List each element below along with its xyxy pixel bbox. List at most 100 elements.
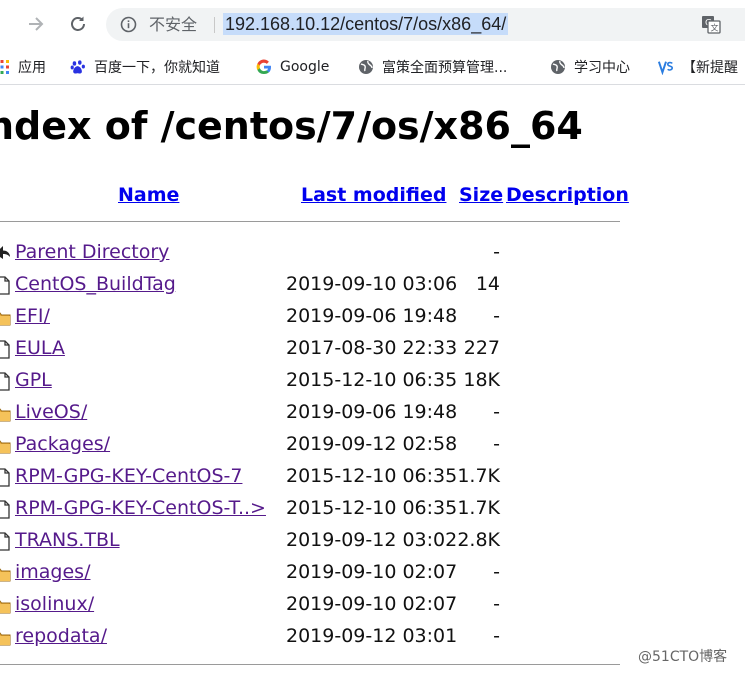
file-icon — [0, 468, 11, 487]
size-cell: - — [493, 433, 500, 455]
folder-icon — [0, 596, 11, 615]
google-g-icon — [256, 59, 272, 75]
table-row: Parent Directory - — [0, 237, 620, 269]
size-cell: - — [493, 305, 500, 327]
table-row: TRANS.TBL 2019-09-12 03:02 2.8K — [0, 525, 620, 557]
vs-logo-icon — [658, 59, 674, 75]
reload-button[interactable] — [64, 10, 92, 38]
size-cell: 2.8K — [457, 529, 500, 551]
sort-by-last-modified-link[interactable]: Last modified — [301, 182, 446, 208]
forward-button[interactable] — [22, 10, 50, 38]
omnibox-separator — [214, 17, 215, 33]
last-modified-cell: 2019-09-12 03:01 — [286, 625, 458, 647]
bookmark-label: 百度一下，你就知道 — [94, 60, 220, 76]
security-status-label[interactable]: 不安全 — [149, 15, 197, 34]
bookmark-baidu[interactable]: 百度一下，你就知道 — [70, 57, 220, 77]
file-icon — [0, 532, 11, 551]
folder-icon — [0, 628, 11, 647]
file-link[interactable]: GPL — [15, 367, 52, 393]
folder-icon — [0, 436, 11, 455]
file-link[interactable]: EFI/ — [15, 303, 50, 329]
back-arrow-icon — [0, 244, 11, 263]
table-row: GPL 2015-12-10 06:35 18K — [0, 365, 620, 397]
folder-icon — [0, 404, 11, 423]
bookmark-label: Google — [280, 59, 330, 75]
table-row: EULA 2017-08-30 22:33 227 — [0, 333, 620, 365]
info-icon[interactable] — [120, 16, 137, 33]
file-link[interactable]: Parent Directory — [15, 239, 169, 265]
last-modified-cell: 2019-09-10 02:07 — [286, 593, 458, 615]
file-link[interactable]: RPM-GPG-KEY-CentOS-T..> — [15, 495, 266, 521]
file-link[interactable]: LiveOS/ — [15, 399, 87, 425]
file-icon — [0, 372, 11, 391]
bookmark-google[interactable]: Google — [256, 57, 329, 77]
sort-by-size-link[interactable]: Size — [459, 182, 503, 208]
size-cell: - — [493, 561, 500, 583]
bookmark-label: 应用 — [18, 60, 46, 76]
folder-icon — [0, 564, 11, 583]
size-cell: - — [493, 241, 500, 263]
bookmark-learning-center[interactable]: 学习中心 — [550, 57, 630, 77]
table-row: isolinux/2019-09-10 02:07 - — [0, 589, 620, 621]
table-row: CentOS_BuildTag 2019-09-10 03:06 14 — [0, 269, 620, 301]
size-cell: - — [493, 593, 500, 615]
last-modified-cell: 2019-09-12 02:58 — [286, 433, 458, 455]
file-link[interactable]: RPM-GPG-KEY-CentOS-7 — [15, 463, 242, 489]
bookmark-apps[interactable]: 应用 — [0, 57, 46, 77]
size-cell: 1.7K — [457, 465, 500, 487]
bookmark-new-reminder[interactable]: 【新提醒 — [658, 57, 738, 77]
size-cell: 227 — [463, 337, 500, 359]
size-cell: 18K — [463, 369, 500, 391]
file-link[interactable]: Packages/ — [15, 431, 110, 457]
last-modified-cell: 2019-09-12 03:02 — [286, 529, 458, 551]
apps-grid-icon — [0, 59, 10, 75]
last-modified-cell: 2019-09-06 19:48 — [286, 305, 458, 327]
last-modified-cell: 2017-08-30 22:33 — [286, 337, 458, 359]
table-row: EFI/2019-09-06 19:48 - — [0, 301, 620, 333]
arrow-right-icon — [29, 17, 44, 31]
table-row: RPM-GPG-KEY-CentOS-7 2015-12-10 06:35 1.7K — [0, 461, 620, 493]
sort-by-description-link[interactable]: Description — [506, 182, 629, 208]
file-link[interactable]: CentOS_BuildTag — [15, 271, 176, 297]
bookmark-label: 富策全面预算管理... — [382, 60, 508, 76]
size-cell: 14 — [475, 273, 500, 295]
last-modified-cell: 2019-09-10 03:06 — [286, 273, 458, 295]
file-link[interactable]: images/ — [15, 559, 90, 585]
bookmark-fuce[interactable]: 富策全面预算管理... — [358, 57, 507, 77]
file-icon — [0, 500, 11, 519]
table-row: RPM-GPG-KEY-CentOS-T..> 2015-12-10 06:35 1… — [0, 493, 620, 525]
last-modified-cell: 2015-12-10 06:35 — [286, 465, 458, 487]
sort-by-name-link[interactable]: Name — [118, 182, 179, 208]
url-text[interactable]: 192.168.10.12/centos/7/os/x86_64/ — [223, 13, 509, 35]
page-title: ndex of /centos/7/os/x86_64 — [0, 104, 583, 148]
bookmark-label: 学习中心 — [574, 60, 630, 76]
file-link[interactable]: isolinux/ — [15, 591, 94, 617]
translate-icon[interactable]: G 文 — [701, 15, 721, 34]
last-modified-cell: 2015-12-10 06:35 — [286, 369, 458, 391]
size-cell: - — [493, 401, 500, 423]
bookmark-label: 【新提醒 — [682, 60, 738, 76]
table-row: repodata/2019-09-12 03:01 - — [0, 621, 620, 653]
baidu-paw-icon — [70, 59, 86, 75]
file-icon — [0, 276, 11, 295]
svg-text:文: 文 — [711, 23, 719, 33]
globe-icon — [358, 59, 374, 75]
watermark: @51CTO博客 — [638, 649, 728, 665]
file-icon — [0, 340, 11, 359]
last-modified-cell: 2019-09-06 19:48 — [286, 401, 458, 423]
globe-icon — [550, 59, 566, 75]
last-modified-cell: 2019-09-10 02:07 — [286, 561, 458, 583]
file-link[interactable]: TRANS.TBL — [15, 527, 120, 553]
size-cell: 1.7K — [457, 497, 500, 519]
folder-icon — [0, 308, 11, 327]
file-link[interactable]: EULA — [15, 335, 65, 361]
table-row: Packages/2019-09-12 02:58 - — [0, 429, 620, 461]
address-bar[interactable]: 不安全 192.168.10.12/centos/7/os/x86_64/ G … — [106, 8, 745, 41]
reload-icon — [71, 16, 85, 31]
table-row: images/2019-09-10 02:07 - — [0, 557, 620, 589]
table-row: LiveOS/2019-09-06 19:48 - — [0, 397, 620, 429]
last-modified-cell: 2015-12-10 06:35 — [286, 497, 458, 519]
browser-toolbar: 不安全 192.168.10.12/centos/7/os/x86_64/ G … — [0, 0, 745, 48]
file-link[interactable]: repodata/ — [15, 623, 107, 649]
footer-divider — [0, 664, 620, 665]
